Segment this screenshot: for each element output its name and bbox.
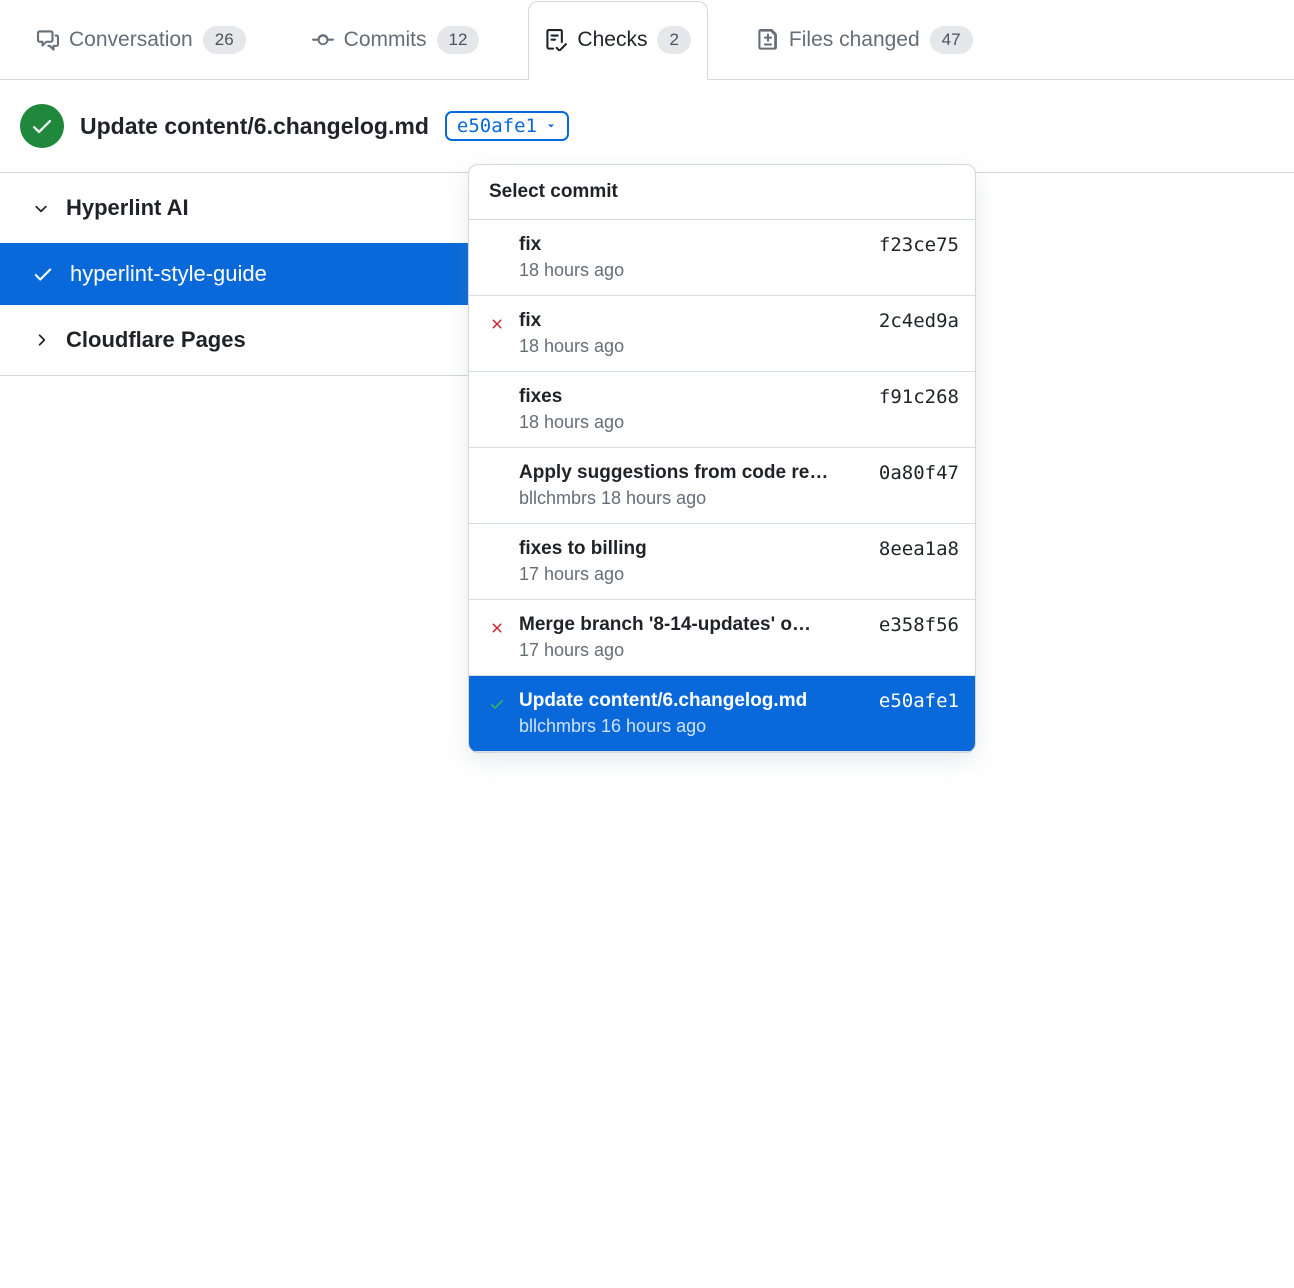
checklist-icon xyxy=(545,29,567,51)
pr-tabnav: Conversation 26 Commits 12 Checks 2 File… xyxy=(0,0,1294,80)
check-icon xyxy=(485,692,509,716)
tab-commits[interactable]: Commits 12 xyxy=(295,0,497,79)
blank-icon xyxy=(485,464,509,488)
sidebar-item-label: hyperlint-style-guide xyxy=(70,261,267,287)
tab-label: Files changed xyxy=(789,28,920,52)
commit-meta: bllchmbrs 18 hours ago xyxy=(519,488,959,509)
commit-selector-menu: Select commit fix f23ce75 18 hours ago fix 2… xyxy=(468,164,976,753)
commit-option[interactable]: Apply suggestions from code re… 0a80f47 bl… xyxy=(469,448,975,524)
status-success-icon xyxy=(20,104,64,148)
commit-message: fixes to billing xyxy=(519,538,647,560)
commit-sha: f23ce75 xyxy=(879,234,959,256)
git-commit-icon xyxy=(312,29,334,51)
commit-message: Apply suggestions from code re… xyxy=(519,462,828,484)
commit-selector-title: Select commit xyxy=(469,165,975,220)
commit-message: fixes xyxy=(519,386,562,408)
check-run-header: Update content/6.changelog.md e50afe1 xyxy=(0,80,1294,173)
commit-meta: bllchmbrs 16 hours ago xyxy=(519,716,959,737)
commit-meta: 18 hours ago xyxy=(519,412,959,433)
commit-sha: f91c268 xyxy=(879,386,959,408)
tab-label: Checks xyxy=(577,28,647,52)
commit-option[interactable]: fixes f91c268 18 hours ago xyxy=(469,372,975,448)
commit-option[interactable]: fix f23ce75 18 hours ago xyxy=(469,220,975,296)
commit-message: Update content/6.changelog.md xyxy=(519,690,807,712)
check-run-title: Update content/6.changelog.md xyxy=(80,113,429,140)
commit-option[interactable]: Update content/6.changelog.md e50afe1 bllc… xyxy=(469,676,975,752)
commit-sha: 0a80f47 xyxy=(879,462,959,484)
tab-counter: 47 xyxy=(930,26,973,54)
commit-sha: 2c4ed9a xyxy=(879,310,959,332)
commit-sha: e50afe1 xyxy=(879,690,959,712)
triangle-down-icon xyxy=(545,120,557,132)
tab-counter: 26 xyxy=(203,26,246,54)
x-icon xyxy=(485,616,509,640)
x-icon xyxy=(485,312,509,336)
commit-meta: 17 hours ago xyxy=(519,564,959,585)
commit-message: fix xyxy=(519,234,541,256)
chevron-down-icon xyxy=(32,199,50,217)
tab-label: Conversation xyxy=(69,28,193,52)
tab-files-changed[interactable]: Files changed 47 xyxy=(740,0,990,79)
comment-discussion-icon xyxy=(37,29,59,51)
commit-selector[interactable]: e50afe1 xyxy=(445,111,569,141)
tab-counter: 2 xyxy=(657,26,690,54)
tab-label: Commits xyxy=(344,28,427,52)
tab-checks[interactable]: Checks 2 xyxy=(528,1,708,80)
commit-message: fix xyxy=(519,310,541,332)
commit-meta: 18 hours ago xyxy=(519,336,959,357)
blank-icon xyxy=(485,388,509,412)
commit-option[interactable]: fix 2c4ed9a 18 hours ago xyxy=(469,296,975,372)
commit-sha: e358f56 xyxy=(879,614,959,636)
sidebar-group-label: Hyperlint AI xyxy=(66,195,189,221)
commit-option[interactable]: fixes to billing 8eea1a8 17 hours ago xyxy=(469,524,975,600)
selected-sha: e50afe1 xyxy=(457,115,537,137)
commit-list[interactable]: fix f23ce75 18 hours ago fix 2c4ed9a 18 hours… xyxy=(469,220,975,752)
commit-sha: 8eea1a8 xyxy=(879,538,959,560)
tab-counter: 12 xyxy=(437,26,480,54)
commit-option[interactable]: Merge branch '8-14-updates' o… e358f56 17 … xyxy=(469,600,975,676)
commit-message: Merge branch '8-14-updates' o… xyxy=(519,614,811,636)
tab-conversation[interactable]: Conversation 26 xyxy=(20,0,263,79)
commit-meta: 17 hours ago xyxy=(519,640,959,661)
check-icon xyxy=(32,263,54,285)
chevron-right-icon xyxy=(32,331,50,349)
blank-icon xyxy=(485,236,509,260)
commit-meta: 18 hours ago xyxy=(519,260,959,281)
file-diff-icon xyxy=(757,29,779,51)
sidebar-group-label: Cloudflare Pages xyxy=(66,327,246,353)
blank-icon xyxy=(485,540,509,564)
